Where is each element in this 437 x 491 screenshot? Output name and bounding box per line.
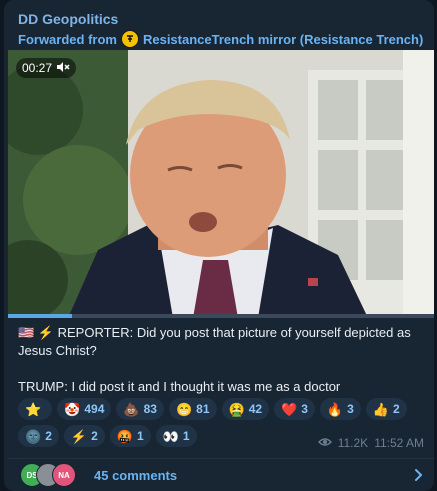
caption-line: TRUMP: I did post it and I thought it wa… <box>18 379 341 394</box>
reaction-pill[interactable]: 🤬 1 <box>109 425 151 447</box>
video-frame <box>8 50 434 318</box>
clown-icon: 🤡 <box>64 401 81 417</box>
chevron-right-icon <box>410 467 426 488</box>
channel-avatar-icon <box>120 30 139 48</box>
comments-button[interactable]: DS NA 45 comments <box>8 459 434 491</box>
angry-face-icon: 🤬 <box>116 428 133 444</box>
lightning-icon: ⚡ <box>70 428 88 444</box>
reaction-pill[interactable]: ⭐ <box>18 398 53 420</box>
avatar: NA <box>52 463 76 487</box>
video-progress-bar[interactable] <box>8 314 434 318</box>
message-caption: 🇺🇸 ⚡ REPORTER: Did you post that picture… <box>18 324 423 396</box>
video-progress-fill <box>8 314 72 318</box>
poop-icon: 💩 <box>123 401 140 417</box>
message-bubble: DD Geopolitics Forwarded from Resistance… <box>4 0 434 491</box>
fire-icon: 🔥 <box>326 401 344 417</box>
new-moon-face-icon: 🌚 <box>25 428 42 444</box>
reaction-pill[interactable]: 😁 81 <box>168 398 217 420</box>
reaction-pill[interactable]: 👀 1 <box>155 425 197 447</box>
reaction-pill[interactable]: 🤡 494 <box>57 398 112 420</box>
views-eye-icon <box>317 436 332 450</box>
forward-source-name: ResistanceTrench mirror (Resistance Tren… <box>142 31 424 47</box>
reaction-count: 1 <box>136 429 144 443</box>
reaction-count: 81 <box>196 402 210 416</box>
commenter-avatars: DS NA <box>20 463 82 487</box>
reaction-pill[interactable]: 💩 83 <box>116 398 164 420</box>
heart-icon: ❤️ <box>281 401 298 417</box>
channel-name[interactable]: DD Geopolitics <box>18 11 118 27</box>
muted-speaker-icon[interactable] <box>56 61 70 76</box>
vomit-icon: 🤮 <box>228 401 245 417</box>
reaction-count: 42 <box>248 402 263 416</box>
reaction-count: 83 <box>143 402 157 416</box>
caption-line: 🇺🇸 ⚡ REPORTER: Did you post that picture… <box>18 325 411 358</box>
star-icon: ⭐ <box>25 401 42 417</box>
reaction-pill[interactable]: 🤮 42 <box>221 398 270 420</box>
eyes-icon: 👀 <box>162 428 179 444</box>
reaction-count: 3 <box>347 402 354 416</box>
comments-count-label: 45 comments <box>94 467 178 483</box>
forwarded-header[interactable]: Forwarded from ResistanceTrench mirror (… <box>18 30 423 48</box>
reaction-pill[interactable]: 🔥 3 <box>319 398 361 420</box>
message-meta: 11.2K 11:52 AM <box>317 436 424 450</box>
reaction-count: 2 <box>45 429 52 443</box>
view-count: 11.2K <box>337 436 369 450</box>
reaction-count: 494 <box>84 402 105 416</box>
duration-text: 00:27 <box>22 61 53 75</box>
reaction-pill[interactable]: 👍 2 <box>365 398 407 420</box>
reaction-count: 3 <box>301 402 308 416</box>
reaction-pill[interactable]: ⚡ 2 <box>63 425 105 447</box>
reaction-count: 1 <box>182 429 190 443</box>
reaction-count: 2 <box>91 429 98 443</box>
video-duration: 00:27 <box>16 58 77 78</box>
forwarded-label: Forwarded from <box>18 31 117 47</box>
reaction-pill[interactable]: ❤️ 3 <box>274 398 315 420</box>
grin-icon: 😁 <box>175 401 193 417</box>
video-player[interactable]: 00:27 <box>8 50 434 318</box>
reaction-pill[interactable]: 🌚 2 <box>18 425 59 447</box>
reaction-count: 2 <box>392 402 400 416</box>
message-time: 11:52 AM <box>374 436 424 450</box>
thumbs-up-icon: 👍 <box>372 401 389 417</box>
